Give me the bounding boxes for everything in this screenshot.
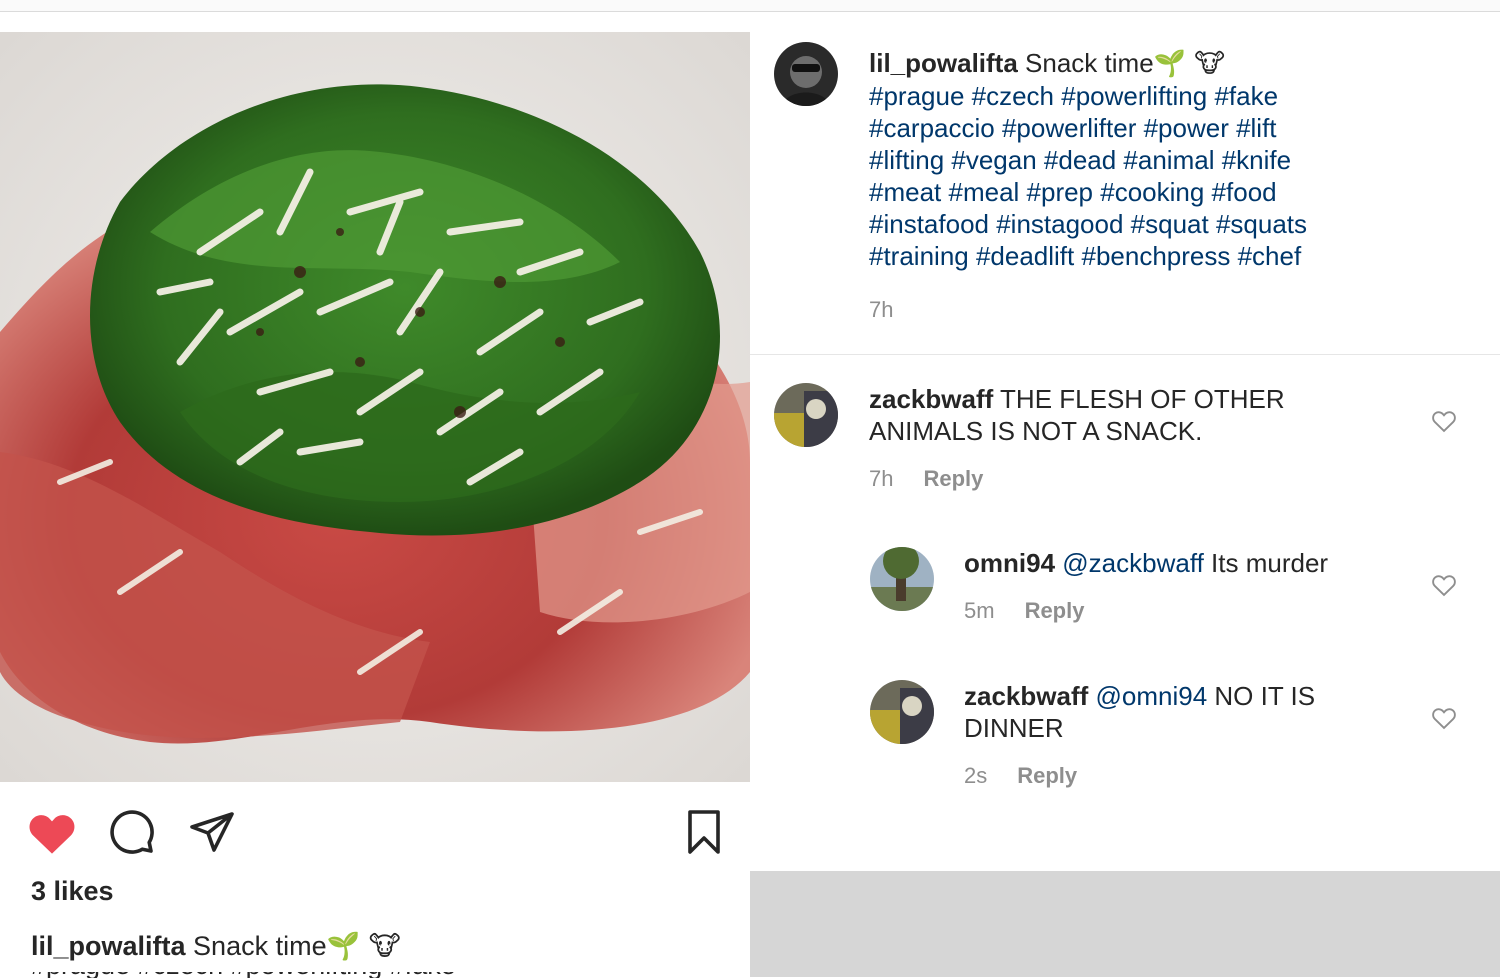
hashtag-line[interactable]: #meat #meal #prep #cooking #food [869,176,1469,208]
gray-background-area [750,871,1500,977]
commenter-avatar[interactable] [870,547,934,611]
commenter-avatar[interactable] [774,383,838,447]
heart-icon[interactable] [26,808,78,856]
comment-text: THE FLESH OF OTHER [1000,384,1285,414]
carpaccio-salad-image [0,32,750,782]
comment-text-line: DINNER [964,713,1064,743]
post-photo[interactable] [0,32,750,782]
comment-reply: omni94 @zackbwaff Its murder [964,547,1444,579]
bookmark-icon[interactable] [684,808,724,856]
author-username[interactable]: lil_powalifta [869,48,1018,78]
comment-meta: 2s Reply [964,763,1077,789]
comment-text: NO IT IS [1214,681,1316,711]
share-icon[interactable] [188,808,236,856]
caption-text: Snack time [193,931,327,961]
hashtag-line[interactable]: #lifting #vegan #dead #animal #knife [869,144,1469,176]
comment-username[interactable]: zackbwaff [964,681,1088,711]
post-caption: lil_powalifta Snack time🌱 🐮 #prague #cze… [869,47,1469,272]
browser-top-strip [0,0,1500,12]
comment-text-line: ANIMALS IS NOT A SNACK. [869,416,1203,446]
hashtag-line[interactable]: #carpaccio #powerlifter #power #lift [869,112,1469,144]
caption-text: Snack time [1025,48,1154,78]
likes-count[interactable]: 3 likes [31,876,114,907]
hashtag-line[interactable]: #training #deadlift #benchpress #chef [869,240,1469,272]
comment-meta: 7h Reply [869,466,983,492]
author-username[interactable]: lil_powalifta [31,931,186,961]
comment-text: Its murder [1211,548,1329,578]
reply-button[interactable]: Reply [1017,763,1077,788]
comment-username[interactable]: omni94 [964,548,1055,578]
heart-outline-icon[interactable] [1430,704,1458,732]
post-actions: 3 likes lil_powalifta Snack time🌱 🐮 #pra… [0,782,750,978]
hashtag-line: #prague #czech #powerlifting #fake [31,972,631,978]
bottom-caption: lil_powalifta Snack time🌱 🐮 [31,930,401,962]
comment-timestamp: 5m [964,598,995,623]
comment-reply: zackbwaff @omni94 NO IT IS DINNER [964,680,1444,744]
heart-outline-icon[interactable] [1430,407,1458,435]
comment: zackbwaff THE FLESH OF OTHER ANIMALS IS … [869,383,1349,447]
comment-timestamp: 7h [869,466,894,491]
reply-button[interactable]: Reply [1025,598,1085,623]
reply-button[interactable]: Reply [923,466,983,491]
caption-emojis: 🌱 🐮 [326,931,401,962]
hashtag-line[interactable]: #instafood #instagood #squat #squats [869,208,1469,240]
caption-emojis: 🌱 🐮 [1153,49,1226,79]
comment-username[interactable]: zackbwaff [869,384,993,414]
comment-timestamp: 2s [964,763,988,788]
truncated-hashtag-line: #prague #czech #powerlifting #fake [31,972,631,978]
comment-meta: 5m Reply [964,598,1084,624]
mention-link[interactable]: @omni94 [1096,681,1208,711]
author-avatar[interactable] [774,42,838,106]
caption-timestamp: 7h [869,297,894,322]
divider [750,354,1500,355]
hashtag-line[interactable]: #prague #czech #powerlifting #fake [869,80,1469,112]
comment-icon[interactable] [108,808,156,856]
heart-outline-icon[interactable] [1430,571,1458,599]
commenter-avatar[interactable] [870,680,934,744]
mention-link[interactable]: @zackbwaff [1062,548,1204,578]
